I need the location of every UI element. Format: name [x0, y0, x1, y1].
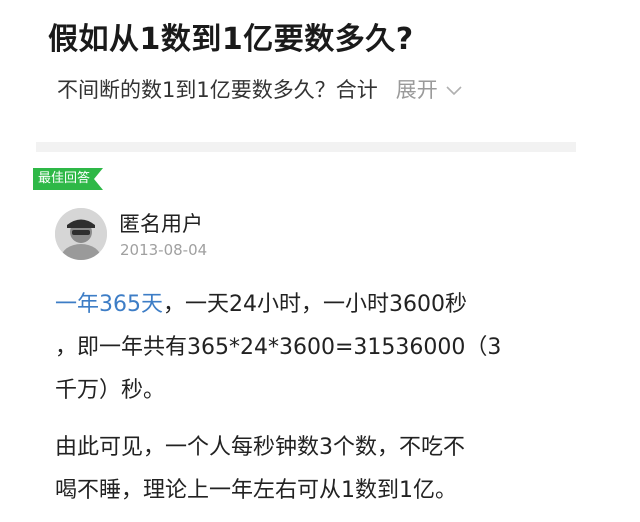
- best-answer-badge: 最佳回答: [33, 168, 104, 190]
- answer-text: ，即一年共有365*24*3600=31536000（3: [55, 335, 502, 360]
- answer-text: 由此可见，一个人每秒钟数3个数，不吃不: [55, 435, 465, 460]
- best-answer-badge-label: 最佳回答: [33, 168, 95, 190]
- answer-paragraph-1: 一年365天，一天24小时，一小时3600秒 ，即一年共有365*24*3600…: [55, 283, 575, 412]
- question-description: 不间断的数1到1亿要数多久？合计: [57, 78, 378, 102]
- user-name[interactable]: 匿名用户: [119, 208, 203, 238]
- avatar[interactable]: [55, 208, 107, 260]
- answer-text: 千万）秒。: [55, 378, 166, 403]
- answer-body: 一年365天，一天24小时，一小时3600秒 ，即一年共有365*24*3600…: [55, 283, 575, 512]
- expand-label: 展开: [395, 78, 438, 102]
- answer-date: 2013-08-04: [120, 241, 208, 259]
- section-divider: [36, 142, 576, 152]
- question-description-row: 不间断的数1到1亿要数多久？合计 展开: [57, 74, 462, 104]
- answer-text: ，一天24小时，一小时3600秒: [163, 292, 467, 317]
- answer-text: 喝不睡，理论上一年左右可从1数到1亿。: [55, 478, 457, 503]
- question-title: 假如从1数到1亿要数多久?: [48, 22, 414, 57]
- anonymous-user-icon: [55, 208, 107, 260]
- chevron-down-icon: [446, 77, 462, 101]
- answer-paragraph-2: 由此可见，一个人每秒钟数3个数，不吃不 喝不睡，理论上一年左右可从1数到1亿。: [55, 426, 575, 512]
- expand-button[interactable]: 展开: [396, 74, 462, 104]
- badge-notch: [94, 168, 104, 190]
- keyword-link[interactable]: 一年365天: [55, 292, 163, 317]
